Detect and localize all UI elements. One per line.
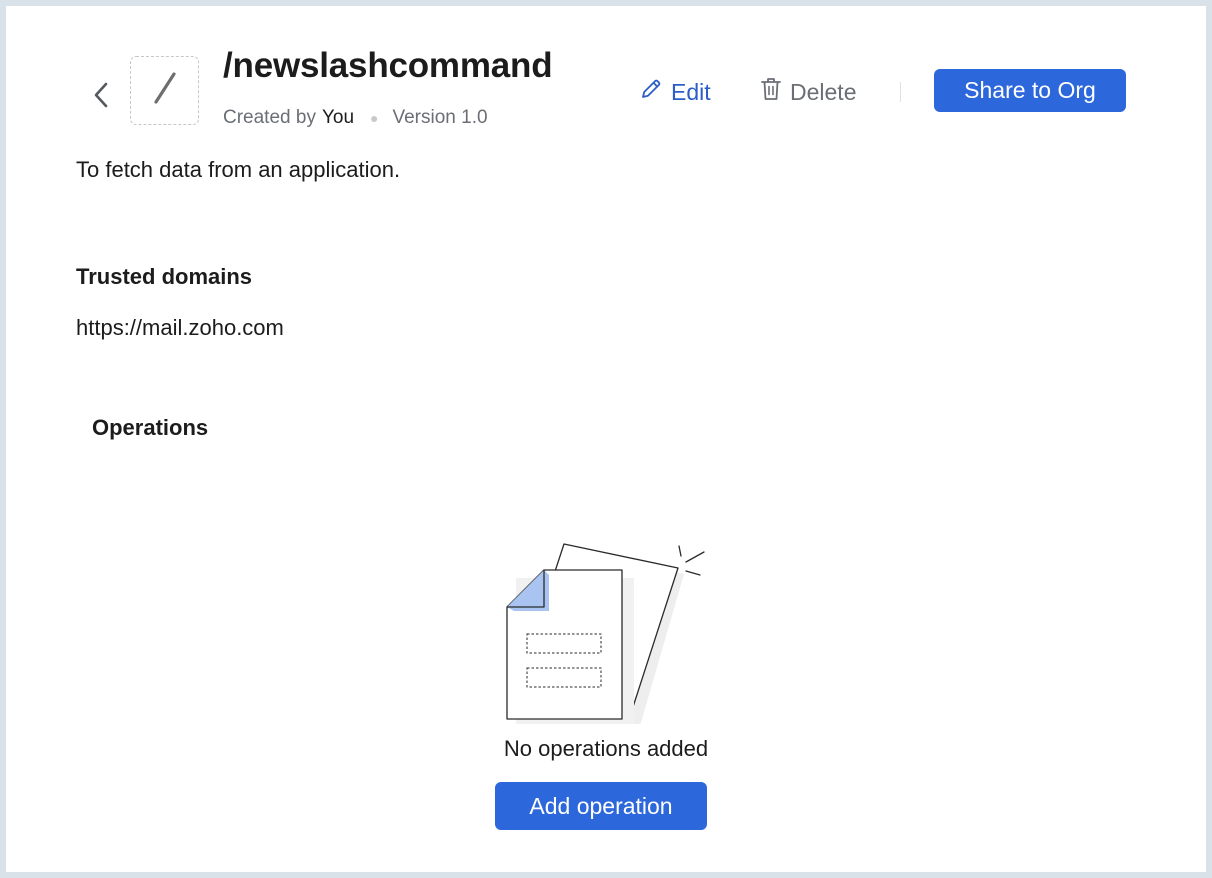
command-meta: Created by You ● Version 1.0 (223, 107, 488, 129)
pencil-icon (639, 77, 671, 107)
trash-icon (760, 76, 790, 108)
created-by-label: Created by (223, 107, 316, 128)
page-title: /newslashcommand (223, 46, 553, 85)
created-by-value: You (321, 107, 355, 128)
empty-state-message: No operations added (503, 736, 709, 761)
add-operation-button[interactable]: Add operation (495, 782, 707, 830)
empty-documents-illustration (496, 534, 706, 728)
delete-label: Delete (790, 78, 857, 105)
back-button[interactable] (86, 82, 116, 112)
chevron-left-icon (92, 81, 110, 114)
share-to-org-button[interactable]: Share to Org (934, 69, 1126, 112)
operations-heading: Operations (92, 415, 209, 440)
delete-button[interactable]: Delete (760, 76, 856, 108)
slash-command-detail-panel: /newslashcommand Created by You ● Versio… (6, 6, 1206, 872)
action-divider (900, 82, 901, 102)
command-icon (130, 56, 199, 125)
slash-icon (150, 69, 180, 112)
edit-button[interactable]: Edit (639, 76, 711, 108)
command-description: To fetch data from an application. (76, 157, 401, 182)
edit-label: Edit (671, 78, 711, 105)
meta-separator-dot: ● (370, 110, 379, 126)
version-label: Version 1.0 (392, 107, 488, 128)
trusted-domains-heading: Trusted domains (76, 264, 253, 289)
trusted-domain-value: https://mail.zoho.com (76, 315, 284, 340)
